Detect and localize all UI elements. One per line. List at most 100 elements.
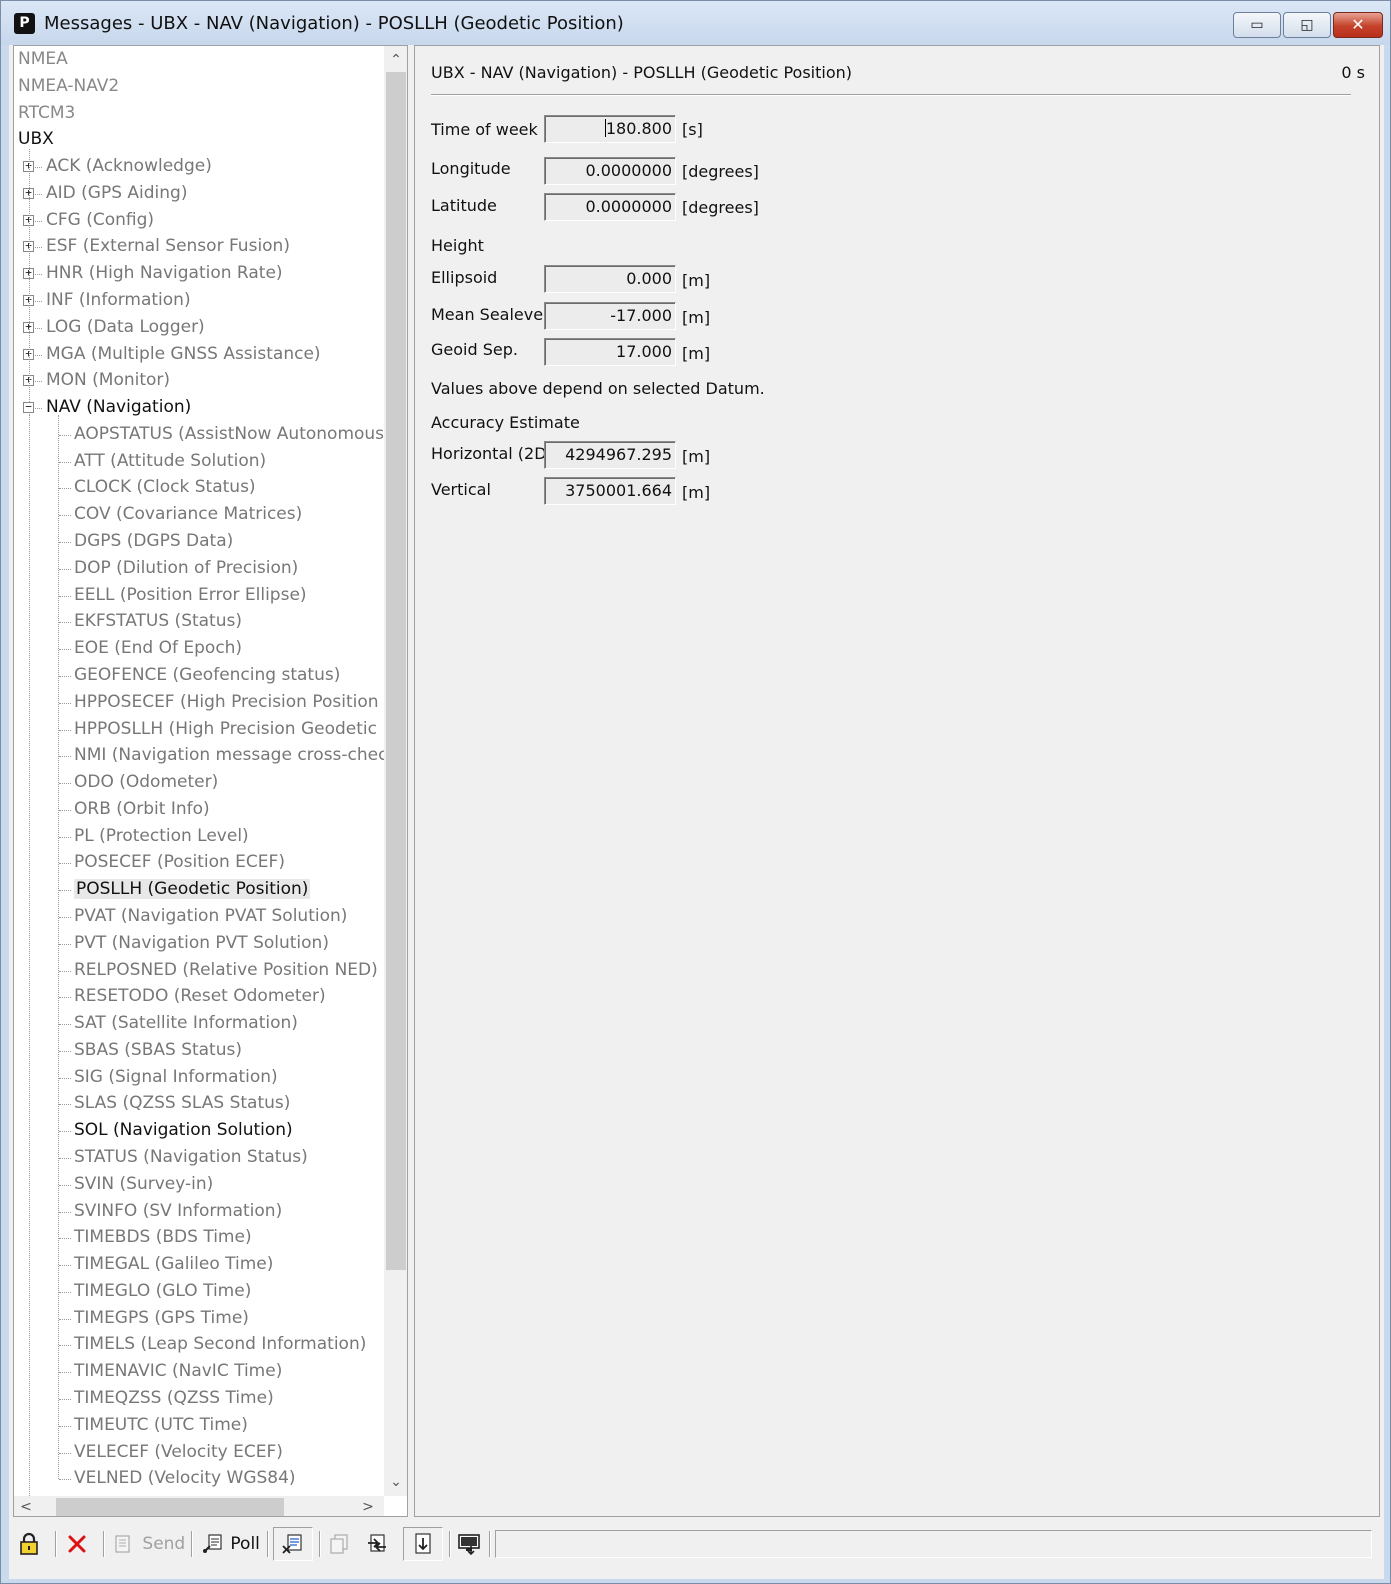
horizontal-scroll-thumb[interactable] [56,1498,284,1516]
tree-nav-item[interactable]: HPPOSECEF (High Precision Position E [74,689,384,716]
tree-nav-item[interactable]: PVT (Navigation PVT Solution) [74,930,329,957]
tree-nav-item[interactable]: STATUS (Navigation Status) [74,1144,308,1171]
longitude-field[interactable]: 0.0000000 [544,157,676,185]
tree-list[interactable]: NMEA NMEA-NAV2 RTCM3 UBX ACK (Acknowledge) + A… [14,46,384,1496]
vertical-scrollbar[interactable]: ⌃ ⌄ [384,46,407,1496]
tree-connector [59,1024,71,1026]
auto-scroll-toggle[interactable] [403,1527,443,1561]
poll-button[interactable]: Poll [201,1528,260,1560]
tree-nav-item[interactable]: EELL (Position Error Ellipse) [74,582,307,609]
tree-item-label: CLOCK (Clock Status) [74,477,256,498]
tree-nav-item[interactable]: EOE (End Of Epoch) [74,635,242,662]
message-view: UBX - NAV (Navigation) - POSLLH (Geodeti… [414,45,1380,1517]
tree-item-label: HPPOSLLH (High Precision Geodetic F [74,718,384,739]
tree-group-item[interactable]: ESF (External Sensor Fusion) [46,233,290,260]
maximize-button[interactable]: ◱ [1283,12,1331,38]
poll-label: Poll [230,1534,260,1554]
tree-nav-item[interactable]: ORB (Orbit Info) [74,796,210,823]
horizontal-scrollbar[interactable]: < > [14,1495,384,1516]
tree-nav-item[interactable]: SVIN (Survey-in) [74,1171,213,1198]
tree-nav-item[interactable]: TIMENAVIC (NavIC Time) [74,1358,282,1385]
horizontal-accuracy-field[interactable]: 4294967.295 [544,441,676,469]
scroll-left-icon[interactable]: < [14,1495,38,1516]
tree-connector [59,1291,71,1293]
tree-nav-item[interactable]: GEOFENCE (Geofencing status) [74,662,340,689]
tree-nav-item[interactable]: EKFSTATUS (Status) [74,608,242,635]
message-tree[interactable]: NMEA NMEA-NAV2 RTCM3 UBX ACK (Acknowledge) + A… [13,45,408,1517]
tree-nav-item[interactable]: AOPSTATUS (AssistNow Autonomous [74,421,384,448]
scroll-right-icon[interactable]: > [356,1495,380,1516]
scroll-down-icon[interactable]: ⌄ [384,1470,407,1494]
tree-nav-item[interactable]: TIMEUTC (UTC Time) [74,1412,248,1439]
scroll-up-icon[interactable]: ⌃ [384,48,407,72]
tree-root-ubx[interactable]: UBX [18,126,54,153]
tree-group-item[interactable]: AID (GPS Aiding) [46,180,187,207]
import-button[interactable] [365,1528,389,1560]
geoid-sep-field[interactable]: 17.000 [544,338,676,366]
tree-nav-item[interactable]: NMI (Navigation message cross-check [74,742,384,769]
save-screen-button[interactable] [457,1528,481,1560]
tree-group-item[interactable]: INF (Information) [46,287,191,314]
vertical-accuracy-field[interactable]: 3750001.664 [544,477,676,505]
tree-nav-item[interactable]: ATT (Attitude Solution) [74,448,266,475]
tree-nav-item[interactable]: SBAS (SBAS Status) [74,1037,242,1064]
tree-nav-item[interactable]: VELECEF (Velocity ECEF) [74,1439,283,1466]
tree-nav-item[interactable]: HPPOSLLH (High Precision Geodetic F [74,716,384,743]
tree-nav-item[interactable]: SVINFO (SV Information) [74,1198,282,1225]
tree-nav-item[interactable]: TIMEGLO (GLO Time) [74,1278,251,1305]
tree-root-rtcm3[interactable]: RTCM3 [18,100,75,127]
tree-nav-item[interactable]: TIMEGAL (Galileo Time) [74,1251,273,1278]
tree-nav-item[interactable]: TIMEQZSS (QZSS Time) [74,1385,274,1412]
tree-nav-item[interactable]: TIMEBDS (BDS Time) [74,1224,252,1251]
tree-item-label: NMEA-NAV2 [18,75,120,96]
tree-connector [59,488,71,490]
title-bar[interactable]: P Messages - UBX - NAV (Navigation) - PO… [1,1,1390,45]
app-icon[interactable]: P [14,13,35,34]
mean-sealevel-unit: [m] [682,308,711,327]
delete-x-icon [68,1535,86,1553]
tree-group-item[interactable]: MON (Monitor) [46,367,170,394]
delete-button[interactable] [65,1528,89,1560]
tree-nav-item[interactable]: VELNED (Velocity WGS84) [74,1465,296,1492]
copy-button[interactable] [327,1528,351,1560]
tree-nav-item[interactable]: DGPS (DGPS Data) [74,528,233,555]
mean-sealevel-field[interactable]: -17.000 [544,302,676,330]
tree-nav-item[interactable]: POSECEF (Position ECEF) [74,849,285,876]
tree-item-label: ATT (Attitude Solution) [74,450,267,471]
tree-group-nav[interactable]: NAV (Navigation) [46,394,191,421]
tree-nav-item[interactable]: PL (Protection Level) [74,823,249,850]
lock-button[interactable] [17,1528,41,1560]
tree-root-nmea[interactable]: NMEA [18,46,68,73]
tree-group-item[interactable]: CFG (Config) [46,207,154,234]
collapse-minus-icon[interactable]: − [23,401,34,414]
tree-nav-item[interactable]: TIMEGPS (GPS Time) [74,1305,249,1332]
close-button[interactable]: ✕ [1333,12,1383,38]
tree-connector [59,756,71,758]
tree-nav-item[interactable]: PVAT (Navigation PVAT Solution) [74,903,347,930]
vertical-scroll-thumb[interactable] [386,72,406,1270]
tree-group-item[interactable]: HNR (High Navigation Rate) [46,260,283,287]
tree-nav-item[interactable]: DOP (Dilution of Precision) [74,555,298,582]
tree-nav-item[interactable]: ODO (Odometer) [74,769,218,796]
minimize-button[interactable]: ▭ [1233,12,1281,38]
tree-nav-item[interactable]: SOL (Navigation Solution) [74,1117,293,1144]
tree-root-nmea-nav2[interactable]: NMEA-NAV2 [18,73,119,100]
tree-group-item[interactable]: ACK (Acknowledge) [46,153,212,180]
tree-nav-item[interactable]: COV (Covariance Matrices) [74,501,302,528]
ellipsoid-field[interactable]: 0.000 [544,265,676,293]
tree-nav-item[interactable]: POSLLH (Geodetic Position) [74,876,311,903]
latitude-field[interactable]: 0.0000000 [544,193,676,221]
auto-poll-toggle[interactable] [273,1527,313,1561]
tree-nav-item[interactable]: RELPOSNED (Relative Position NED) [74,957,378,984]
tree-nav-item[interactable]: TIMELS (Leap Second Information) [74,1331,366,1358]
tree-nav-item[interactable]: SIG (Signal Information) [74,1064,278,1091]
time-of-week-field[interactable]: 180.800 [544,115,676,143]
tree-nav-item[interactable]: RESETODO (Reset Odometer) [74,983,326,1010]
tree-nav-item[interactable]: SLAS (QZSS SLAS Status) [74,1090,290,1117]
send-button[interactable]: Send [113,1528,185,1560]
window: P Messages - UBX - NAV (Navigation) - PO… [0,0,1391,1584]
tree-group-item[interactable]: LOG (Data Logger) [46,314,205,341]
tree-nav-item[interactable]: CLOCK (Clock Status) [74,474,256,501]
tree-nav-item[interactable]: SAT (Satellite Information) [74,1010,298,1037]
tree-group-item[interactable]: MGA (Multiple GNSS Assistance) [46,341,321,368]
